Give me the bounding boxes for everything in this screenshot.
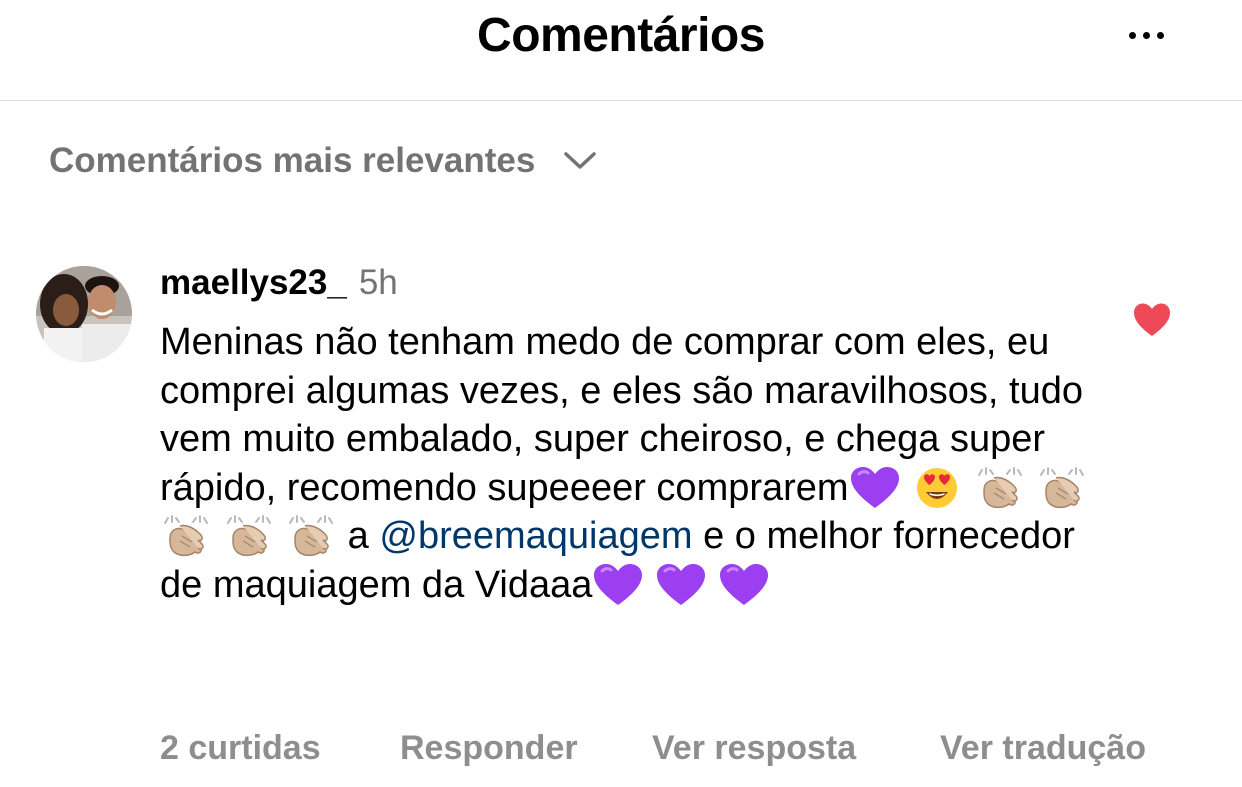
comment-username[interactable]: maellys23_ (160, 263, 347, 303)
purple-heart-icon (655, 563, 707, 607)
comment-header: maellys23_ 5h (160, 263, 398, 307)
view-replies-button[interactable]: Ver resposta (652, 726, 856, 770)
clap-icon (285, 514, 337, 558)
comment-text: Meninas não tenham medo de comprar com e… (160, 318, 1100, 609)
clap-icon (974, 466, 1026, 510)
clap-icon (223, 514, 275, 558)
mention-link[interactable]: @breemaquiagem (379, 515, 692, 557)
avatar[interactable] (36, 266, 132, 362)
heart-eyes-icon (911, 466, 963, 510)
translate-button[interactable]: Ver tradução (940, 726, 1146, 770)
comment-text-part: a (337, 515, 380, 557)
more-options-button[interactable] (1118, 20, 1174, 50)
likes-count[interactable]: 2 curtidas (160, 726, 321, 770)
like-heart-icon[interactable] (1132, 302, 1172, 338)
sort-label: Comentários mais relevantes (49, 141, 536, 180)
page-title: Comentários (477, 9, 765, 62)
clap-icon (1036, 466, 1088, 510)
sort-dropdown[interactable]: Comentários mais relevantes (49, 138, 597, 184)
purple-heart-icon (849, 466, 901, 510)
reply-button[interactable]: Responder (400, 726, 578, 770)
purple-heart-icon (592, 563, 644, 607)
more-horizontal-icon (1128, 31, 1164, 39)
comment-timestamp: 5h (358, 263, 398, 302)
clap-icon (160, 514, 212, 558)
header: Comentários (0, 0, 1242, 101)
purple-heart-icon (718, 563, 770, 607)
chevron-down-icon (563, 151, 597, 171)
